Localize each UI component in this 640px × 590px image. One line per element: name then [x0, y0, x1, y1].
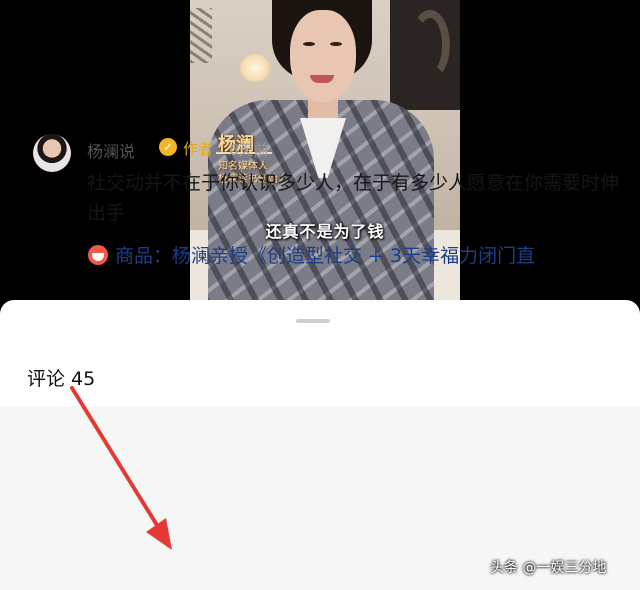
speaker-eye	[330, 42, 342, 46]
comment-text: 社交动并不在于你认识多少人，在于有多少人愿意在你需要时伸出手	[87, 172, 620, 224]
author-role-badge: 作者	[183, 140, 214, 158]
plant	[190, 8, 212, 63]
avatar[interactable]	[33, 134, 71, 172]
background-sculpture	[410, 10, 450, 80]
comment-author[interactable]: 杨澜说	[87, 138, 135, 162]
speaker-face	[290, 10, 356, 102]
speaker-eye	[303, 42, 315, 46]
comment-timestamp: 6天前	[229, 141, 269, 159]
sheet-drag-handle[interactable]	[296, 319, 330, 323]
verified-check-icon: ✓	[159, 138, 177, 156]
product-link[interactable]: 商品：杨澜亲授《创造型社交 + 3天幸福力闭门直	[115, 241, 535, 268]
product-bag-icon	[88, 245, 108, 265]
comments-count-title: 评论 45	[27, 368, 96, 390]
watermark: 头条 @一娱三分地	[490, 560, 607, 576]
comments-sheet: 评论 45	[0, 300, 640, 590]
lamp	[240, 54, 270, 82]
